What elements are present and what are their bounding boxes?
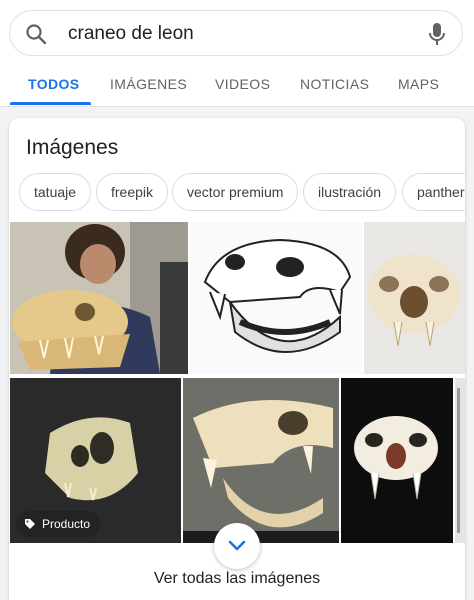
tab-videos[interactable]: VIDEOS (215, 76, 270, 92)
image-result-skull-black-bg[interactable] (341, 378, 453, 543)
search-icon[interactable] (24, 22, 48, 46)
product-badge[interactable]: Producto (16, 511, 101, 537)
search-tabs: TODOS IMÁGENES VIDEOS NOTICIAS MAPS (0, 64, 474, 107)
image-result-skull-illustration[interactable] (190, 222, 362, 374)
tag-icon (25, 519, 35, 529)
image-result-partial[interactable] (455, 378, 465, 543)
tab-noticias[interactable]: NOTICIAS (300, 76, 369, 92)
image-result-skull-photo[interactable] (364, 222, 465, 374)
image-result-skull-product[interactable]: Producto (10, 378, 181, 543)
card-title: Imágenes (26, 136, 119, 159)
image-result-person-with-skull[interactable] (10, 222, 188, 374)
chip-tatuaje[interactable]: tatuaje (19, 173, 92, 211)
chip-vector-premium[interactable]: vector premium (172, 173, 299, 211)
search-box[interactable]: craneo de leon (9, 10, 463, 56)
active-tab-indicator (10, 102, 91, 105)
see-all-images-link[interactable]: Ver todas las imágenes (9, 570, 465, 588)
search-input[interactable]: craneo de leon (68, 23, 194, 45)
expand-more-button[interactable] (214, 523, 260, 569)
image-result-jaw-illustration[interactable] (183, 378, 339, 543)
tab-imagenes[interactable]: IMÁGENES (110, 76, 187, 92)
images-card: Imágenes tatuaje freepik vector premium … (9, 118, 465, 600)
tab-maps[interactable]: MAPS (398, 76, 439, 92)
product-badge-label: Producto (42, 517, 91, 531)
search-header: craneo de leon (0, 0, 474, 64)
chip-panthera[interactable]: panthera (402, 173, 465, 211)
chip-ilustracion[interactable]: ilustración (303, 173, 397, 211)
microphone-icon[interactable] (426, 21, 448, 47)
chevron-down-icon (228, 540, 246, 551)
chip-freepik[interactable]: freepik (96, 173, 169, 211)
tab-todos[interactable]: TODOS (28, 76, 80, 92)
